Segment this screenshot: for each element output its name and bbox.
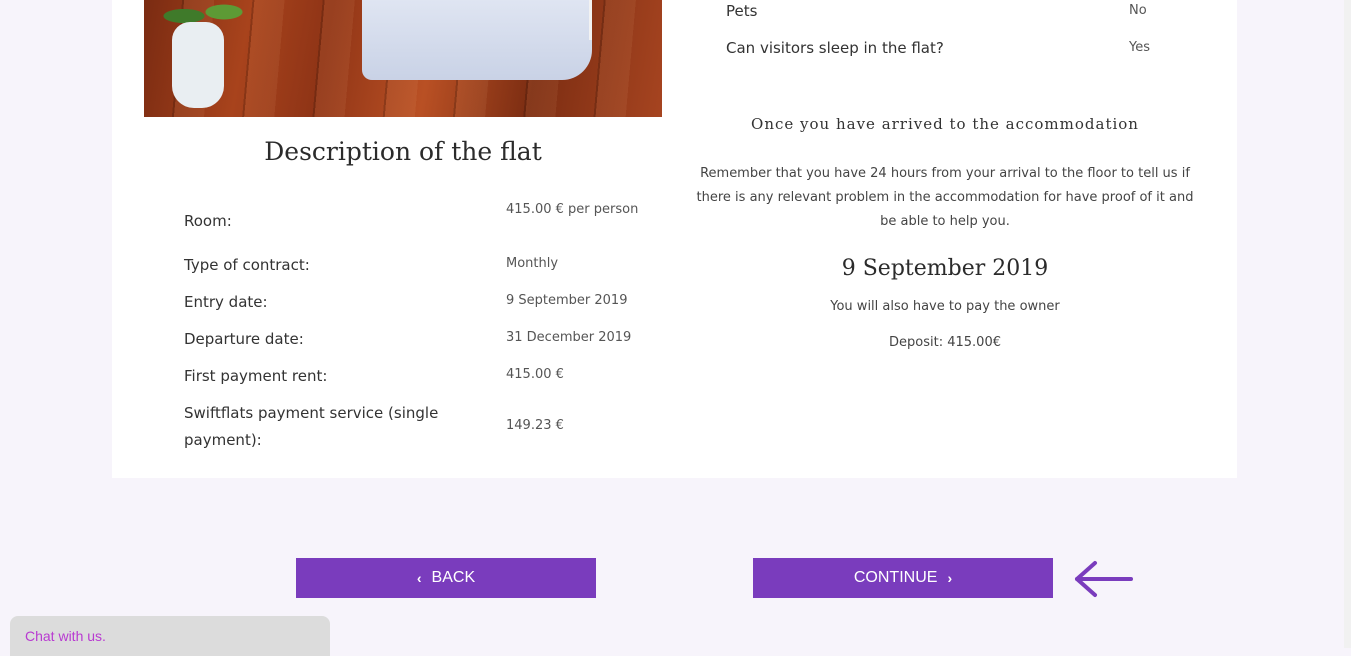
- arrow-left-icon: [1075, 561, 1133, 597]
- row-label: Room:: [184, 212, 232, 230]
- back-button[interactable]: ‹ BACK: [296, 558, 596, 598]
- row-value: 415.00 €: [506, 367, 564, 382]
- arrival-text: Remember that you have 24 hours from you…: [696, 166, 1194, 229]
- owner-payment-note: You will also have to pay the owner: [830, 299, 1060, 314]
- continue-button[interactable]: CONTINUE ›: [753, 558, 1053, 598]
- arrival-title: Once you have arrived to the accommodati…: [751, 115, 1139, 133]
- back-button-label: BACK: [431, 569, 476, 586]
- row-value: Monthly: [506, 256, 559, 271]
- rule-value: No: [1129, 3, 1147, 18]
- rule-label: Can visitors sleep in the flat?: [726, 39, 944, 57]
- chevron-left-icon: ‹: [416, 570, 422, 586]
- scrollbar[interactable]: [1344, 0, 1351, 648]
- row-value: 415.00 € per person: [506, 202, 639, 217]
- row-label: Departure date:: [184, 330, 304, 348]
- chevron-right-icon: ›: [947, 570, 953, 586]
- rule-value: Yes: [1129, 40, 1150, 55]
- flat-photo: [144, 0, 662, 117]
- row-label: First payment rent:: [184, 367, 328, 385]
- description-title: Description of the flat: [264, 137, 542, 166]
- row-label: Entry date:: [184, 293, 268, 311]
- chat-label[interactable]: Chat with us.: [25, 628, 106, 644]
- row-value: 31 December 2019: [506, 330, 632, 345]
- chat-widget[interactable]: Chat with us.: [10, 616, 330, 656]
- deposit-amount: Deposit: 415.00€: [889, 335, 1001, 350]
- row-value: 9 September 2019: [506, 293, 628, 308]
- arrival-date: 9 September 2019: [841, 256, 1049, 281]
- row-label: Swiftflats payment service (single payme…: [184, 404, 439, 449]
- row-value: 149.23 €: [506, 418, 564, 433]
- rule-label: Pets: [726, 2, 758, 20]
- row-label: Type of contract:: [184, 256, 310, 274]
- continue-button-label: CONTINUE: [853, 569, 938, 586]
